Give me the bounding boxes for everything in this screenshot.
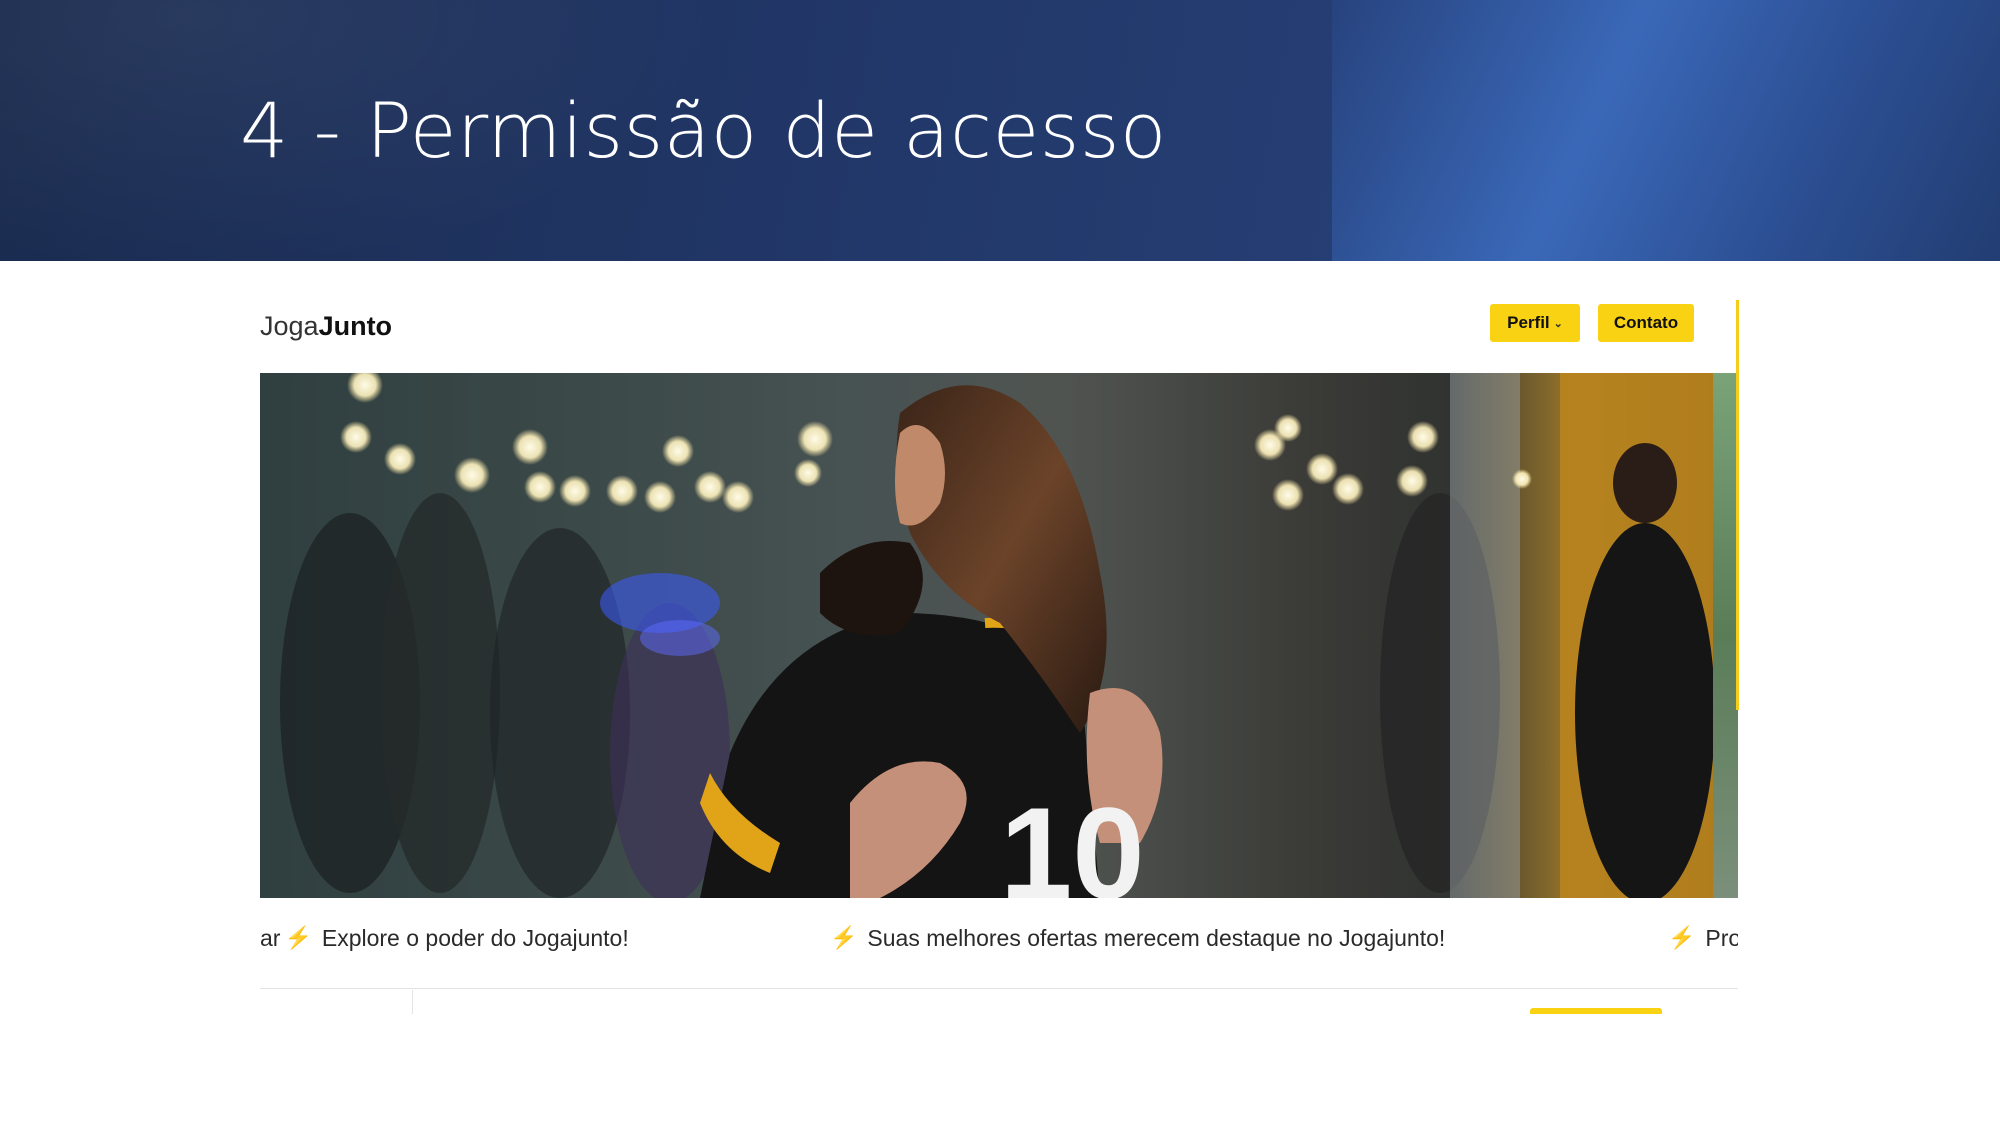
- slide-title: 4 - Permissão de acesso: [240, 86, 1167, 175]
- section-divider: [260, 988, 1738, 989]
- marquee-text: Pro: [1705, 925, 1738, 951]
- site-logo[interactable]: JogaJunto: [260, 308, 392, 344]
- header-accent-panel: [1332, 0, 2000, 261]
- perfil-dropdown-button[interactable]: Perfil ⌄: [1490, 304, 1580, 342]
- perfil-label: Perfil: [1507, 313, 1550, 332]
- contato-button[interactable]: Contato: [1598, 304, 1694, 342]
- jersey-number: 10: [1000, 780, 1145, 898]
- chevron-down-icon: ⌄: [1553, 317, 1563, 330]
- scrollbar-indicator[interactable]: [1736, 300, 1739, 710]
- logo-text-bold: Junto: [318, 311, 393, 341]
- marquee-item: ⚡ Suas melhores ofertas merecem destaque…: [830, 918, 1445, 958]
- hero-image: 10: [260, 373, 1713, 898]
- lightning-icon: ⚡: [284, 925, 312, 950]
- lightning-icon: ⚡: [830, 925, 858, 950]
- section-divider-vertical: [412, 990, 413, 1014]
- hero-image-edge: [1713, 373, 1738, 898]
- contato-label: Contato: [1613, 313, 1679, 332]
- yellow-tab-indicator: [1530, 1008, 1662, 1014]
- promo-marquee: ar ⚡ Explore o poder do Jogajunto! ⚡ Sua…: [260, 918, 1738, 958]
- hero-photo-illustration: 10: [260, 373, 1713, 898]
- lightning-icon: ⚡: [1668, 925, 1696, 950]
- marquee-text: ar: [260, 925, 281, 951]
- marquee-item: ar ⚡ Explore o poder do Jogajunto!: [260, 918, 629, 958]
- marquee-item: ⚡ Pro: [1668, 918, 1738, 958]
- logo-text-light: Joga: [260, 311, 319, 341]
- presentation-slide: 4 - Permissão de acesso JogaJunto Perfil…: [0, 0, 2000, 1125]
- marquee-text: Explore o poder do Jogajunto!: [321, 925, 629, 951]
- website-screenshot: JogaJunto Perfil ⌄ Contato 10 ar ⚡ Explo…: [260, 298, 1738, 1014]
- marquee-text: Suas melhores ofertas merecem destaque n…: [867, 925, 1446, 951]
